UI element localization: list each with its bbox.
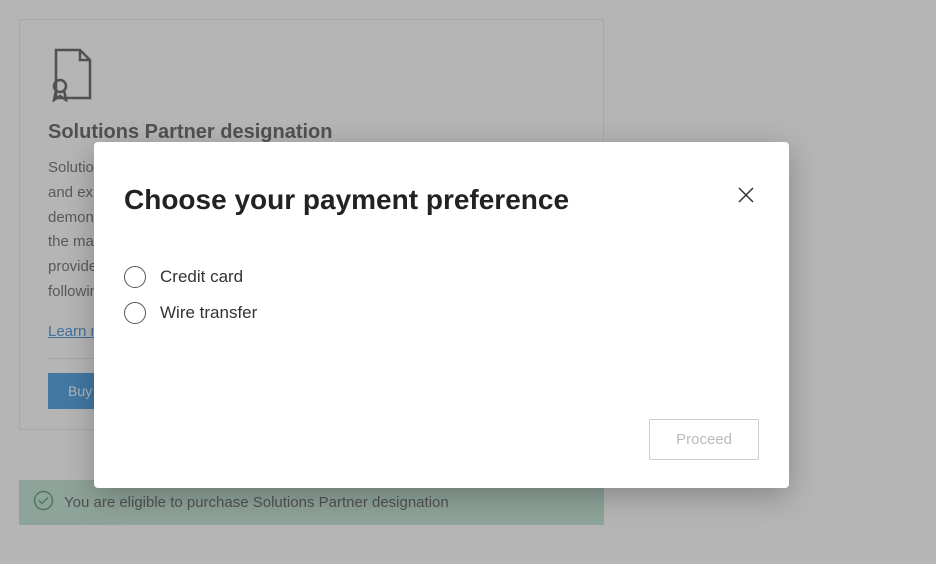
close-button[interactable] [733, 182, 759, 211]
modal-footer: Proceed [124, 419, 759, 460]
proceed-button[interactable]: Proceed [649, 419, 759, 460]
payment-options-group: Credit card Wire transfer [124, 266, 759, 324]
modal-header: Choose your payment preference [124, 184, 759, 216]
radio-option-credit-card[interactable]: Credit card [124, 266, 759, 288]
close-icon [737, 192, 755, 207]
radio-icon [124, 302, 146, 324]
radio-icon [124, 266, 146, 288]
modal-title: Choose your payment preference [124, 184, 569, 216]
radio-label: Credit card [160, 267, 243, 287]
radio-option-wire-transfer[interactable]: Wire transfer [124, 302, 759, 324]
payment-preference-modal: Choose your payment preference Credit ca… [94, 142, 789, 488]
radio-label: Wire transfer [160, 303, 257, 323]
